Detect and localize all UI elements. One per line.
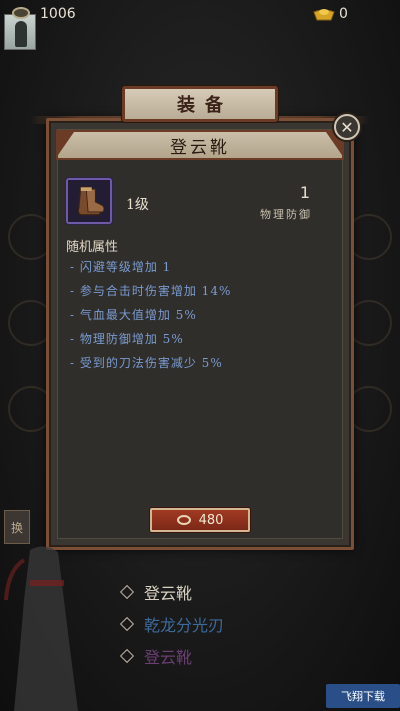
attribute-item: - 物理防御增加 5% bbox=[70, 332, 184, 346]
coin-icon bbox=[12, 7, 30, 19]
item-level: 1级 bbox=[126, 197, 149, 213]
equipment-menu: 登云靴 乾龙分光刃 登云靴 bbox=[119, 576, 225, 672]
character-figure bbox=[4, 546, 78, 711]
item-name-header: 登云靴 bbox=[56, 130, 344, 160]
top-bar: 1006 0 bbox=[0, 0, 400, 50]
menu-item[interactable]: 登云靴 bbox=[119, 576, 224, 608]
diamond-icon bbox=[119, 616, 135, 632]
boots-icon[interactable] bbox=[66, 178, 112, 224]
menu-item-label: 登云靴 bbox=[144, 648, 193, 667]
coin-count: 1006 bbox=[40, 6, 76, 22]
menu-item[interactable]: 登云靴 bbox=[119, 640, 224, 672]
price-value: 480 bbox=[198, 512, 224, 528]
attributes-list: - 闪避等级增加 1 - 参与合击时伤害增加 14% - 气血最大值增加 5% … bbox=[70, 258, 231, 378]
stat-label: 物理防御 bbox=[260, 208, 312, 221]
coin-icon bbox=[176, 515, 191, 525]
menu-item[interactable]: 乾龙分光刃 bbox=[119, 608, 225, 640]
menu-item-label: 乾龙分光刃 bbox=[144, 616, 225, 635]
attribute-item: - 受到的刀法伤害减少 5% bbox=[70, 356, 223, 370]
gold-ingot-icon bbox=[313, 9, 335, 21]
attribute-item: - 参与合击时伤害增加 14% bbox=[70, 284, 232, 298]
panel-title: 装备 bbox=[177, 95, 233, 116]
attributes-heading: 随机属性 bbox=[66, 240, 119, 255]
diamond-icon bbox=[119, 648, 135, 664]
side-tab[interactable]: 换 bbox=[4, 510, 30, 544]
attribute-item: - 闪避等级增加 1 bbox=[70, 260, 172, 274]
stat-value: 1 bbox=[299, 183, 310, 202]
item-name: 登云靴 bbox=[170, 137, 230, 158]
buy-button[interactable]: 480 bbox=[150, 508, 250, 532]
ingot-count: 0 bbox=[339, 6, 348, 22]
watermark-logo: 飞翔下载 bbox=[326, 684, 400, 708]
close-button[interactable]: ✕ bbox=[334, 114, 360, 140]
boots-icon-graphic bbox=[68, 180, 110, 222]
panel-title-tab: 装备 bbox=[122, 86, 278, 122]
menu-item-label: 登云靴 bbox=[144, 584, 193, 603]
diamond-icon bbox=[119, 584, 135, 600]
attribute-item: - 气血最大值增加 5% bbox=[70, 308, 197, 322]
avatar[interactable] bbox=[4, 14, 36, 50]
close-icon: ✕ bbox=[340, 117, 354, 137]
